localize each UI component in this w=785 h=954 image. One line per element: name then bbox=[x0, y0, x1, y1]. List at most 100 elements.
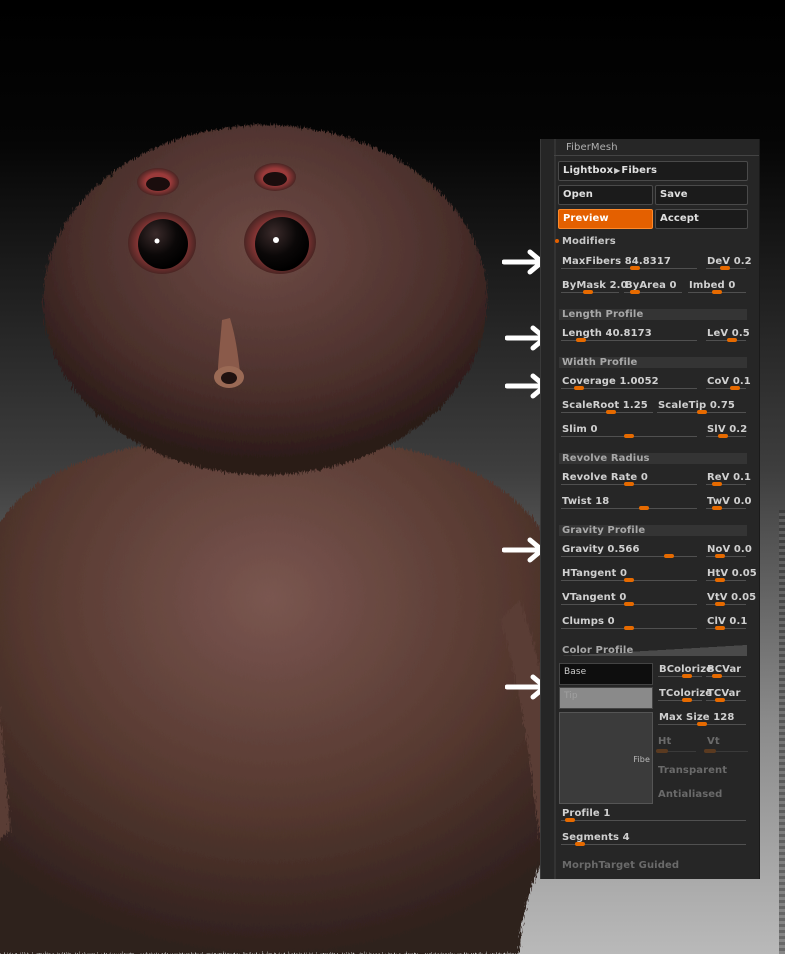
cov-slider[interactable]: CoV 0.1 bbox=[704, 375, 751, 391]
slider-knob[interactable] bbox=[715, 554, 725, 558]
slim-slider[interactable]: Slim 0 bbox=[559, 423, 699, 439]
tip-color-swatch[interactable]: Tip bbox=[559, 687, 653, 709]
bymask-slider[interactable]: ByMask 2.0 bbox=[559, 279, 628, 295]
slider-knob[interactable] bbox=[575, 842, 585, 846]
cov-label: CoV 0.1 bbox=[707, 376, 751, 387]
slider-knob[interactable] bbox=[727, 338, 737, 342]
dev-slider[interactable]: DeV 0.2 bbox=[704, 255, 752, 271]
slider-knob[interactable] bbox=[712, 674, 722, 678]
slider-knob[interactable] bbox=[624, 482, 634, 486]
lev-slider[interactable]: LeV 0.5 bbox=[704, 327, 750, 343]
base-color-swatch[interactable]: Base bbox=[559, 663, 653, 685]
slider-knob[interactable] bbox=[730, 386, 740, 390]
revolve-rate-slider[interactable]: Revolve Rate 0 bbox=[559, 471, 699, 487]
gravity-profile-header[interactable]: Gravity Profile bbox=[559, 525, 747, 536]
slider-knob[interactable] bbox=[715, 698, 725, 702]
vt-knob[interactable] bbox=[704, 749, 716, 753]
slider-knob[interactable] bbox=[715, 626, 725, 630]
open-button[interactable]: Open bbox=[558, 185, 653, 205]
vtv-slider[interactable]: VtV 0.05 bbox=[704, 591, 756, 607]
twist-slider[interactable]: Twist 18 bbox=[559, 495, 699, 511]
slider-knob[interactable] bbox=[573, 386, 584, 390]
slider-knob[interactable] bbox=[696, 410, 707, 414]
slider-knob[interactable] bbox=[664, 554, 675, 558]
slider-knob[interactable] bbox=[681, 674, 692, 678]
slider-knob[interactable] bbox=[624, 626, 634, 630]
gravity-slider[interactable]: Gravity 0.566 bbox=[559, 543, 699, 559]
length-slider[interactable]: Length 40.8173 bbox=[559, 327, 699, 343]
slider-knob[interactable] bbox=[624, 434, 634, 438]
slider-knob[interactable] bbox=[712, 290, 722, 294]
twv-slider[interactable]: TwV 0.0 bbox=[704, 495, 752, 511]
scaletip-label: ScaleTip 0.75 bbox=[658, 400, 735, 411]
panel-header[interactable]: FiberMesh bbox=[554, 139, 759, 156]
base-color-label: Base bbox=[564, 667, 587, 677]
htangent-slider[interactable]: HTangent 0 bbox=[559, 567, 699, 583]
bymask-label: ByMask 2.0 bbox=[562, 280, 628, 291]
slider-knob[interactable] bbox=[582, 290, 593, 294]
max-size-label: Max Size 128 bbox=[659, 712, 735, 723]
tcolorize-slider[interactable]: TColorize bbox=[656, 687, 712, 703]
slv-slider[interactable]: SlV 0.2 bbox=[704, 423, 748, 439]
slider-knob[interactable] bbox=[624, 602, 634, 606]
tcvar-slider[interactable]: TCVar bbox=[704, 687, 748, 703]
bcolorize-slider[interactable]: BColorize bbox=[656, 663, 713, 679]
color-profile-header[interactable]: Color Profile bbox=[559, 645, 747, 656]
coverage-slider[interactable]: Coverage 1.0052 bbox=[559, 375, 699, 391]
morphtarget-guided-button[interactable]: MorphTarget Guided bbox=[562, 860, 679, 871]
slider-knob[interactable] bbox=[629, 290, 640, 294]
revolve-radius-header[interactable]: Revolve Radius bbox=[559, 453, 747, 464]
fiber-color-preview[interactable]: Fibe bbox=[559, 712, 653, 804]
byarea-slider[interactable]: ByArea 0 bbox=[622, 279, 684, 295]
scaletip-slider[interactable]: ScaleTip 0.75 bbox=[655, 399, 748, 415]
slider-track bbox=[561, 556, 697, 557]
imbed-slider[interactable]: Imbed 0 bbox=[686, 279, 748, 295]
lightbox-fibers-button[interactable]: Lightbox▶Fibers bbox=[558, 161, 748, 181]
slider-knob[interactable] bbox=[715, 602, 725, 606]
slider-knob[interactable] bbox=[576, 338, 587, 342]
max-size-slider[interactable]: Max Size 128 bbox=[656, 711, 748, 727]
rev-slider[interactable]: ReV 0.1 bbox=[704, 471, 751, 487]
slider-knob[interactable] bbox=[606, 410, 617, 414]
maxfibers-slider[interactable]: MaxFibers 84.8317 bbox=[559, 255, 699, 271]
panel-left-bar bbox=[554, 139, 556, 879]
save-button[interactable]: Save bbox=[655, 185, 748, 205]
length-label: Length 40.8173 bbox=[562, 328, 652, 339]
vtangent-slider[interactable]: VTangent 0 bbox=[559, 591, 699, 607]
slider-knob[interactable] bbox=[715, 578, 725, 582]
slider-knob[interactable] bbox=[564, 818, 575, 822]
slider-knob[interactable] bbox=[719, 266, 730, 270]
slider-knob[interactable] bbox=[624, 578, 634, 582]
fibermesh-panel: FiberMesh Lightbox▶Fibers Open Save Prev… bbox=[540, 139, 760, 879]
slider-track bbox=[706, 700, 746, 701]
nov-slider[interactable]: NoV 0.0 bbox=[704, 543, 752, 559]
slider-track bbox=[706, 604, 746, 605]
vt-label[interactable]: Vt bbox=[707, 736, 720, 747]
modifiers-label: Modifiers bbox=[562, 236, 616, 247]
slider-knob[interactable] bbox=[639, 506, 650, 510]
antialiased-toggle[interactable]: Antialiased bbox=[658, 789, 722, 800]
width-profile-header[interactable]: Width Profile bbox=[559, 357, 747, 368]
slider-knob[interactable] bbox=[712, 482, 722, 486]
clumps-slider[interactable]: Clumps 0 bbox=[559, 615, 699, 631]
htv-slider[interactable]: HtV 0.05 bbox=[704, 567, 757, 583]
slider-knob[interactable] bbox=[630, 266, 641, 270]
slider-track bbox=[706, 340, 746, 341]
clv-slider[interactable]: ClV 0.1 bbox=[704, 615, 748, 631]
modifiers-header[interactable]: Modifiers bbox=[555, 236, 743, 248]
slider-knob[interactable] bbox=[712, 506, 722, 510]
slider-knob[interactable] bbox=[681, 698, 692, 702]
ht-label[interactable]: Ht bbox=[658, 736, 671, 747]
ht-knob[interactable] bbox=[656, 749, 668, 753]
accept-button[interactable]: Accept bbox=[655, 209, 748, 229]
preview-button[interactable]: Preview bbox=[558, 209, 653, 229]
bcvar-slider[interactable]: BCVar bbox=[704, 663, 748, 679]
vt-track bbox=[704, 749, 748, 753]
scaleroot-slider[interactable]: ScaleRoot 1.25 bbox=[559, 399, 655, 415]
slider-knob[interactable] bbox=[697, 722, 707, 726]
length-profile-header[interactable]: Length Profile bbox=[559, 309, 747, 320]
transparent-toggle[interactable]: Transparent bbox=[658, 765, 727, 776]
slider-knob[interactable] bbox=[718, 434, 728, 438]
segments-slider[interactable]: Segments 4 bbox=[559, 831, 748, 847]
profile-slider[interactable]: Profile 1 bbox=[559, 807, 748, 823]
